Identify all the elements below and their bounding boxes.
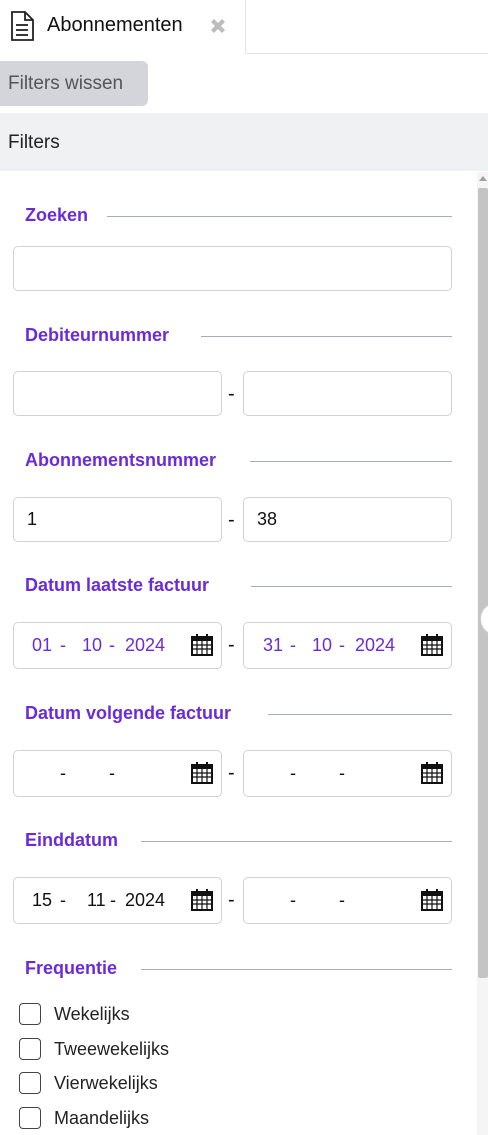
date-day[interactable]: 01	[32, 635, 52, 656]
tab-bar-divider	[246, 53, 488, 54]
date-year[interactable]: 2024	[125, 890, 165, 911]
next-invoice-date-section-title: Datum volgende factuur	[25, 703, 232, 723]
date-month[interactable]: 10	[312, 635, 332, 656]
section-divider	[141, 841, 452, 842]
section-divider	[201, 336, 452, 337]
date-separator: -	[339, 635, 345, 655]
date-year[interactable]: 2024	[355, 635, 395, 656]
date-separator: -	[339, 763, 345, 783]
frequency-option-tweewekelijks[interactable]: Tweewekelijks	[19, 1038, 319, 1064]
debtor-number-from-input[interactable]	[13, 371, 222, 416]
filters-title: Filters	[8, 132, 60, 153]
date-separator: -	[339, 890, 345, 910]
frequency-option-maandelijks[interactable]: Maandelijks	[19, 1107, 319, 1133]
checkbox-label[interactable]: Wekelijks	[54, 1004, 130, 1025]
tab-abonnementen[interactable]: Abonnementen	[0, 0, 246, 54]
next-invoice-date-to-field[interactable]: - -	[243, 750, 452, 797]
document-icon	[11, 11, 34, 41]
debtor-number-section-title: Debiteurnummer	[25, 325, 170, 345]
range-separator: -	[228, 383, 235, 405]
date-separator: -	[290, 890, 296, 910]
section-divider	[107, 216, 452, 217]
end-date-section-title: Einddatum	[25, 830, 118, 850]
date-separator: -	[290, 763, 296, 783]
range-separator: -	[228, 762, 235, 784]
calendar-icon[interactable]	[190, 888, 214, 912]
date-separator: -	[109, 763, 115, 783]
checkbox-label[interactable]: Maandelijks	[54, 1108, 149, 1129]
subscription-number-from-input[interactable]	[13, 497, 222, 542]
date-separator: -	[109, 635, 115, 655]
date-day[interactable]: 15	[32, 890, 52, 911]
calendar-icon[interactable]	[420, 633, 444, 657]
next-invoice-date-from-field[interactable]: - -	[13, 750, 222, 797]
filters-header: Filters	[0, 113, 488, 171]
calendar-icon[interactable]	[420, 761, 444, 785]
search-input[interactable]	[13, 246, 452, 291]
checkbox-label[interactable]: Vierwekelijks	[54, 1073, 158, 1094]
search-section-title: Zoeken	[25, 205, 89, 225]
section-divider	[268, 714, 452, 715]
range-separator: -	[228, 509, 235, 531]
date-separator: -	[60, 635, 66, 655]
scroll-up-arrow[interactable]	[479, 176, 487, 181]
end-date-from-field[interactable]: 15 - 11 - 2024	[13, 877, 222, 924]
frequency-section-title: Frequentie	[25, 958, 118, 978]
frequency-option-wekelijks[interactable]: Wekelijks	[19, 1003, 319, 1029]
calendar-icon[interactable]	[190, 633, 214, 657]
end-date-to-field[interactable]: - -	[243, 877, 452, 924]
last-invoice-date-from-field[interactable]: 01 - 10 - 2024	[13, 622, 222, 669]
tab-bar: Abonnementen	[0, 0, 488, 54]
date-month[interactable]: 11	[87, 890, 106, 911]
frequency-option-vierwekelijks[interactable]: Vierwekelijks	[19, 1072, 319, 1098]
calendar-icon[interactable]	[420, 888, 444, 912]
checkbox[interactable]	[19, 1072, 41, 1094]
date-separator: -	[60, 890, 66, 910]
date-month[interactable]: 10	[82, 635, 102, 656]
date-separator: -	[290, 635, 296, 655]
date-separator: -	[60, 763, 66, 783]
date-day[interactable]: 31	[263, 635, 283, 656]
subscription-number-section-title: Abonnementsnummer	[25, 450, 217, 470]
debtor-number-to-input[interactable]	[243, 371, 452, 416]
range-separator: -	[228, 634, 235, 656]
close-icon[interactable]	[207, 15, 229, 37]
section-divider	[141, 969, 452, 970]
last-invoice-date-section-title: Datum laatste factuur	[25, 575, 210, 595]
calendar-icon[interactable]	[190, 761, 214, 785]
scrollbar-thumb[interactable]	[478, 188, 488, 978]
checkbox[interactable]	[19, 1003, 41, 1025]
section-divider	[251, 586, 452, 587]
last-invoice-date-to-field[interactable]: 31 - 10 - 2024	[243, 622, 452, 669]
section-divider	[250, 461, 452, 462]
checkbox[interactable]	[19, 1107, 41, 1129]
clear-filters-button[interactable]: Filters wissen	[0, 61, 148, 106]
tab-label: Abonnementen	[47, 14, 183, 36]
checkbox-label[interactable]: Tweewekelijks	[54, 1039, 169, 1060]
date-year[interactable]: 2024	[125, 635, 165, 656]
range-separator: -	[228, 889, 235, 911]
subscription-number-to-input[interactable]	[243, 497, 452, 542]
checkbox[interactable]	[19, 1038, 41, 1060]
date-separator: -	[110, 890, 116, 910]
